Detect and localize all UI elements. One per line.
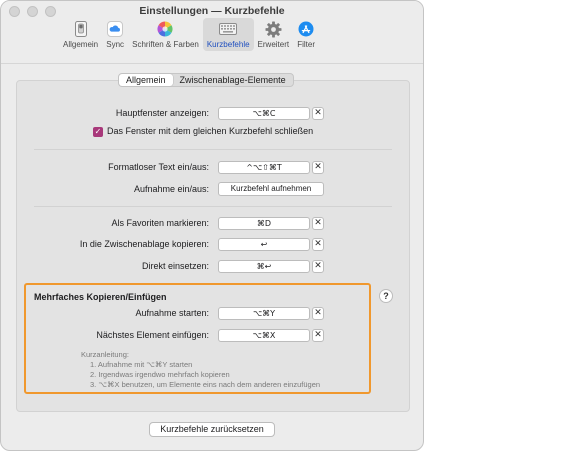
paste-next-shortcut-field[interactable]: ⌥⌘X (218, 329, 310, 342)
copy-clipboard-clear-button[interactable]: ✕ (312, 238, 324, 251)
plain-text-shortcut-field[interactable]: ^⌥⇧⌘T (218, 161, 310, 174)
toolbar-label: Sync (106, 40, 125, 49)
paste-direct-label: Direkt einsetzen: (141, 261, 209, 271)
toolbar-item-schriften-farben[interactable]: Schriften & Farben (128, 18, 203, 51)
paste-direct-clear-button[interactable]: ✕ (312, 260, 324, 273)
tab-control: Allgemein Zwischenablage-Elemente (118, 73, 294, 87)
plain-text-label: Formatloser Text ein/aus: (108, 162, 209, 172)
gear-icon (264, 20, 282, 38)
toolbar-label: Allgemein (63, 40, 99, 49)
toolbar-divider (1, 63, 423, 64)
toolbar-item-erweitert[interactable]: Erweitert (254, 18, 294, 51)
start-recording-clear-button[interactable]: ✕ (312, 307, 324, 320)
toolbar-item-filter[interactable]: Filter (293, 18, 319, 51)
app-store-icon (297, 20, 315, 38)
toolbar-label: Filter (297, 40, 315, 49)
cloud-icon (106, 20, 124, 38)
favorites-shortcut-field[interactable]: ⌘D (218, 217, 310, 230)
tab-zwischenablage-elemente[interactable]: Zwischenablage-Elemente (173, 74, 293, 86)
paste-next-label: Nächstes Element einfügen: (96, 330, 209, 340)
section-divider (34, 206, 392, 207)
close-window-checkbox-label: Das Fenster mit dem gleichen Kurzbefehl … (107, 126, 314, 136)
toolbar-label: Kurzbefehle (206, 40, 250, 49)
preferences-toolbar: Allgemein Sync Schriften & Farben Kurzbe… (59, 18, 319, 51)
main-window-clear-button[interactable]: ✕ (312, 107, 324, 120)
preferences-window: Einstellungen — Kurzbefehle Allgemein Sy… (0, 0, 424, 451)
help-button[interactable]: ? (379, 289, 393, 303)
copy-clipboard-label: In die Zwischenablage kopieren: (79, 239, 209, 249)
hint-step: 2. Irgendwas irgendwo mehrfach kopieren (90, 370, 230, 379)
toolbar-item-sync[interactable]: Sync (102, 18, 128, 51)
toolbar-item-allgemein[interactable]: Allgemein (59, 18, 102, 51)
plain-text-clear-button[interactable]: ✕ (312, 161, 324, 174)
paste-direct-shortcut-field[interactable]: ⌘↩ (218, 260, 310, 273)
keyboard-icon (219, 20, 238, 38)
start-recording-label: Aufnahme starten: (135, 308, 209, 318)
hint-step: 1. Aufnahme mit ⌥⌘Y starten (90, 360, 193, 369)
hint-title: Kurzanleitung: (81, 350, 129, 359)
copy-clipboard-shortcut-field[interactable]: ↩ (218, 238, 310, 251)
toolbar-label: Erweitert (257, 40, 290, 49)
switch-icon (72, 20, 90, 38)
titlebar: Einstellungen — Kurzbefehle Allgemein Sy… (1, 1, 423, 63)
window-title: Einstellungen — Kurzbefehle (139, 5, 285, 17)
main-window-shortcut-field[interactable]: ⌥⌘C (218, 107, 310, 120)
tab-allgemein[interactable]: Allgemein (119, 74, 173, 86)
multi-copy-title: Mehrfaches Kopieren/Einfügen (34, 292, 167, 302)
favorites-label: Als Favoriten markieren: (111, 218, 209, 228)
close-window-checkbox[interactable]: ✓ (93, 127, 103, 137)
main-window-label: Hauptfenster anzeigen: (115, 108, 209, 118)
toolbar-label: Schriften & Farben (132, 40, 199, 49)
hint-step: 3. ⌥⌘X benutzen, um Elemente eins nach d… (90, 380, 321, 389)
record-shortcut-button[interactable]: Kurzbefehl aufnehmen (218, 182, 324, 196)
reset-shortcuts-button[interactable]: Kurzbefehle zurücksetzen (149, 422, 275, 437)
color-wheel-icon (156, 20, 174, 38)
recording-label: Aufnahme ein/aus: (133, 184, 209, 194)
paste-next-clear-button[interactable]: ✕ (312, 329, 324, 342)
section-divider (34, 149, 392, 150)
start-recording-shortcut-field[interactable]: ⌥⌘Y (218, 307, 310, 320)
favorites-clear-button[interactable]: ✕ (312, 217, 324, 230)
toolbar-item-kurzbefehle[interactable]: Kurzbefehle (202, 18, 254, 51)
